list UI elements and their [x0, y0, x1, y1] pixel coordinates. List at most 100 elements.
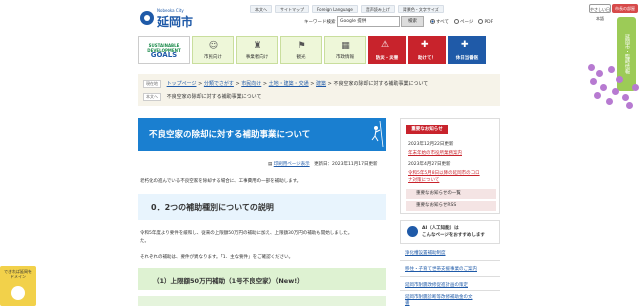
subsection-heading: （1）上限額50万円補助（1号不良空家）（New!）	[138, 268, 386, 290]
divider	[400, 290, 500, 291]
badge-line-2: ドメイン	[10, 274, 26, 279]
logo-name: 延岡市	[157, 15, 194, 29]
nav-citizens-label: 市民向け	[204, 55, 222, 60]
top-link-speech[interactable]: 音声読み上げ	[360, 5, 395, 13]
breadcrumb-link-citizens[interactable]: 市民向け	[241, 81, 261, 87]
flag-icon: ⚑	[297, 41, 306, 51]
radio-page[interactable]: ページ	[454, 19, 473, 25]
breadcrumb-link-top[interactable]: トップページ	[167, 81, 197, 87]
breadcrumb-page: 不良空家の除却に対する補助事業について	[166, 94, 262, 100]
ai-chat-icon	[407, 226, 418, 237]
page-title-bar: 不良空家の除却に対する補助事業について	[138, 118, 386, 151]
nav-tourism-label: 観光	[296, 55, 306, 60]
notice-link-1[interactable]: 年末年始の市役所業務案内	[408, 150, 462, 156]
nav-disaster[interactable]: ⚠ 防災・災害	[368, 36, 406, 64]
ai-title-2: こんなページをおすすめします	[422, 233, 485, 238]
notice-date-2: 2023年4月27日更新	[408, 162, 451, 167]
search-scope-radios: すべて ページ PDF	[430, 19, 493, 25]
nav-cityinfo[interactable]: ▦ 市政情報	[324, 36, 366, 64]
search-input[interactable]: Google 提供	[337, 16, 400, 27]
top-link-fontsize[interactable]: 背景色・文字サイズ	[397, 5, 444, 13]
breadcrumb-link-land[interactable]: 土地・建築・交通	[269, 81, 309, 87]
alert-icon: ⚠	[381, 40, 390, 50]
paragraph-1-cont: た。	[140, 239, 149, 244]
breadcrumb-current: 不良空家の除却に対する補助事業について	[333, 81, 429, 87]
city-emblem-icon	[140, 11, 154, 25]
top-link-sitemap[interactable]: サイトマップ	[275, 5, 309, 13]
radio-pdf-label: PDF	[484, 20, 494, 25]
radio-all-label: すべて	[436, 20, 450, 25]
climber-icon	[371, 121, 384, 147]
nav-holiday-doctor-label: 休日当番医	[455, 56, 479, 61]
breadcrumb-row-2: 本文へ 不良空家の除却に対する補助事業について	[143, 93, 261, 101]
important-notice-panel: 重要なお知らせ 2023年12月22日更新 年末年始の市役所業務案内 2023年…	[400, 118, 500, 214]
site-header: Nobeoka City 延岡市 本文へ サイトマップ Foreign Lang…	[0, 0, 640, 33]
sdgs-goals-text: GOALS	[150, 51, 178, 59]
print-page-link[interactable]: 印刷用ページ表示	[274, 162, 310, 167]
top-link-skip[interactable]: 本文へ	[250, 5, 272, 13]
mascot-icon	[11, 286, 25, 300]
intro-text: 老朽化の進んでいる不良空家を除却する場合に、工事費用の一部を補助します。	[140, 179, 302, 184]
medical-icon: ✚	[461, 40, 469, 50]
breadcrumb-row: 現在地 トップページ > 分類でさがす > 市民向け > 土地・建築・交通 > …	[143, 80, 428, 88]
nav-citizens[interactable]: ☺ 市民向け	[192, 36, 234, 64]
ai-recommend-header: AI（人工知能）は こんなページをおすすめします	[400, 220, 500, 244]
recommend-link-1[interactable]: 浄化槽設置補助制度	[400, 250, 500, 256]
notice-heading: 重要なお知らせ	[406, 125, 448, 134]
radio-page-label: ページ	[460, 20, 474, 25]
ai-title-1: AI（人工知能）は	[422, 226, 459, 231]
radio-selected-icon	[430, 19, 435, 24]
recommend-link-2[interactable]: 移住・子育て世帯支援事業のご案内	[400, 266, 500, 272]
breadcrumb-body-tag: 本文へ	[143, 93, 161, 101]
site-logo[interactable]: Nobeoka City 延岡市	[140, 8, 202, 29]
subsection-heading-text: （1）上限額50万円補助（1号不良空家）（New!）	[153, 277, 304, 285]
divider	[400, 276, 500, 277]
section-heading-text: 0．2つの補助種別についての説明	[151, 203, 274, 212]
business-icon: ♜	[253, 41, 262, 51]
updated-date: 更新日：2023年11月17日更新	[314, 162, 378, 167]
page-title: 不良空家の除却に対する補助事業について	[149, 130, 311, 140]
easy-japanese-button[interactable]: やさしい日本語	[589, 4, 611, 21]
notice-rss-button[interactable]: 重要なお知らせRSS	[406, 201, 496, 211]
radio-icon	[478, 19, 484, 24]
paragraph-1: 令和5年度より要件を緩和し、従来の上限額50万円の補助に加え、上限額30万円の補…	[140, 231, 353, 236]
help-icon: ✚	[421, 40, 429, 50]
top-links: 本文へ サイトマップ Foreign Language 音声読み上げ 背景色・文…	[250, 5, 444, 13]
nav-tourism[interactable]: ⚑ 観光	[280, 36, 322, 64]
next-section-bar	[138, 296, 386, 306]
recommend-link-4-cont[interactable]: 書	[400, 300, 500, 306]
promo-badge[interactable]: できれば延岡を ドメイン	[0, 266, 36, 306]
nav-business-label: 事業者向け	[245, 55, 269, 60]
breadcrumb-link-category[interactable]: 分類でさがす	[204, 81, 234, 87]
page-meta: ▤ 印刷用ページ表示 更新日：2023年11月17日更新	[268, 161, 377, 167]
sdgs-banner[interactable]: SUSTAINABLE DEVELOPMENT GOALS	[138, 36, 190, 64]
nav-holiday-doctor[interactable]: ✚ 休日当番医	[448, 36, 486, 64]
breadcrumb-link-building[interactable]: 建築	[316, 81, 326, 87]
nav-help-label: 助けて！	[418, 56, 436, 61]
radio-all[interactable]: すべて	[430, 19, 449, 25]
building-icon: ▦	[341, 41, 350, 51]
notice-date-1: 2023年12月22日更新	[408, 142, 454, 147]
divider	[400, 260, 500, 261]
nav-business[interactable]: ♜ 事業者向け	[236, 36, 278, 64]
radio-icon	[454, 19, 460, 24]
nav-cityinfo-label: 市政情報	[336, 55, 354, 60]
notice-link-2-cont[interactable]: ナ対策について	[408, 177, 439, 183]
radio-pdf[interactable]: PDF	[478, 19, 493, 25]
breadcrumb-current-tag: 現在地	[143, 80, 161, 88]
top-link-foreign[interactable]: Foreign Language	[312, 5, 358, 13]
print-icon: ▤	[268, 162, 273, 167]
global-nav: SUSTAINABLE DEVELOPMENT GOALS ☺ 市民向け ♜ 事…	[138, 36, 486, 64]
recommend-link-3[interactable]: 延岡市耐震改修促進計画の策定	[400, 282, 500, 288]
wisteria-decoration	[586, 60, 640, 112]
nav-help[interactable]: ✚ 助けて！	[408, 36, 446, 64]
keyword-label: キーワード検索	[304, 20, 336, 25]
people-icon: ☺	[208, 41, 219, 51]
mayor-room-button[interactable]: 市長の部屋	[612, 4, 638, 13]
notice-list-button[interactable]: 重要なお知らせの一覧	[406, 189, 496, 199]
nav-disaster-label: 防災・災害	[375, 56, 399, 61]
search-button[interactable]: 検索	[401, 16, 424, 27]
notice-link-2[interactable]: 令和5年5月8日以降の延岡市のコロ	[408, 170, 480, 176]
paragraph-2: それぞれの補助は、要件が異なります。「1．主な要件」をご確認ください。	[140, 255, 294, 260]
breadcrumb: 現在地 トップページ > 分類でさがす > 市民向け > 土地・建築・交通 > …	[138, 74, 500, 106]
